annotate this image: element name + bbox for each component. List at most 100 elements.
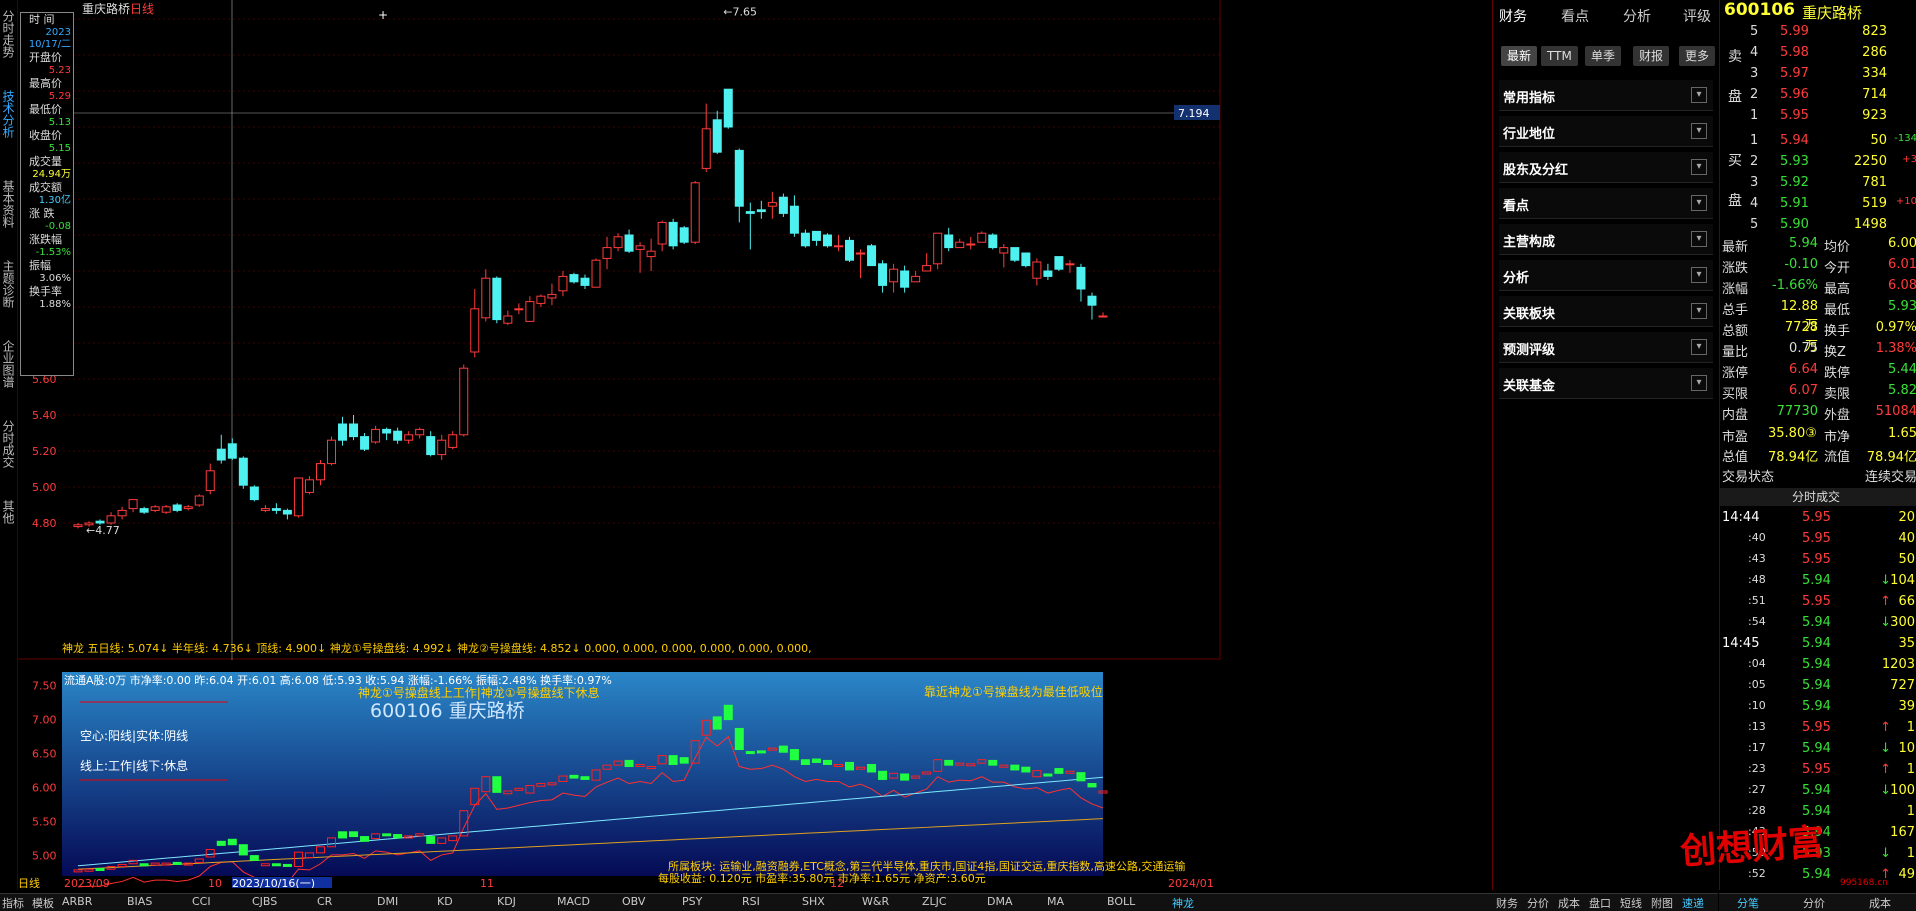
tick-arrow: ↓	[1880, 741, 1891, 756]
fin-tab-1[interactable]: 看点	[1561, 6, 1589, 26]
tick-arrow: ↑	[1880, 720, 1891, 735]
fin-tab-2[interactable]: 分析	[1623, 6, 1651, 26]
fin-bottom-tab[interactable]: 盘口	[1589, 895, 1611, 911]
indicator-tab-神龙[interactable]: 神龙	[1172, 895, 1194, 911]
fin-section[interactable]: 行业地位 ▾	[1499, 116, 1713, 147]
indicator-tab-MA[interactable]: MA	[1047, 895, 1064, 908]
stat-label: 涨跌	[1722, 261, 1749, 276]
fin-section[interactable]: 看点 ▾	[1499, 188, 1713, 219]
fin-bottom-tab[interactable]: 成本	[1558, 895, 1580, 911]
indicator-tab-CR[interactable]: CR	[317, 895, 332, 908]
tick-row: :23 5.95 ↑ 1	[1720, 762, 1916, 782]
buy-level: 3 5.92 781	[1720, 175, 1916, 195]
fin-section[interactable]: 股东及分红 ▾	[1499, 152, 1713, 183]
tick-volume: 10	[1898, 741, 1915, 756]
indicator-tab-CCI[interactable]: CCI	[192, 895, 211, 908]
indicator-tab-指标[interactable]: 指标	[2, 895, 24, 911]
candle-body	[183, 506, 193, 510]
left-tab-0[interactable]: 分时走势	[0, 10, 16, 58]
indicator-tab-OBV[interactable]: OBV	[622, 895, 645, 908]
finance-bottom-tabs: 财务 分价 成本 盘口 短线 附图 速递	[1492, 893, 1718, 911]
fin-section[interactable]: 关联板块 ▾	[1499, 296, 1713, 327]
fin-section[interactable]: 主营构成 ▾	[1499, 224, 1713, 255]
candle-body	[734, 149, 744, 207]
level-price: 5.94	[1780, 133, 1809, 148]
fin-pill-1[interactable]: TTM	[1541, 46, 1578, 66]
left-tab-4[interactable]: 企业图谱	[0, 340, 16, 388]
chart-title: 重庆路桥日线	[82, 0, 154, 17]
indicator-tab-MACD[interactable]: MACD	[557, 895, 590, 908]
indicator-tab-CJBS[interactable]: CJBS	[252, 895, 277, 908]
indicator-tab-KD[interactable]: KD	[437, 895, 453, 908]
fin-tab-0[interactable]: 财务	[1499, 6, 1527, 26]
indicator-tab-模板[interactable]: 模板	[32, 895, 54, 911]
sub-candle	[944, 759, 954, 766]
fin-pill-2[interactable]: 单季	[1585, 46, 1622, 66]
indicator-tab-ZLJC[interactable]: ZLJC	[922, 895, 947, 908]
indicator-tab-DMI[interactable]: DMI	[377, 895, 398, 908]
indicator-tab-BIAS[interactable]: BIAS	[127, 895, 152, 908]
fin-bottom-tab[interactable]: 附图	[1651, 895, 1673, 911]
left-tab-2[interactable]: 基本资料	[0, 180, 16, 228]
left-tab-1[interactable]: 技术分析	[0, 90, 16, 138]
fin-pill-3[interactable]: 财报	[1633, 46, 1670, 66]
candle-body	[415, 428, 425, 436]
level-no: 1	[1750, 133, 1759, 148]
candle-body	[426, 436, 436, 456]
indicator-tab-DMA[interactable]: DMA	[987, 895, 1013, 908]
fin-bottom-tab[interactable]: 速递	[1682, 895, 1704, 911]
candle-body	[999, 247, 1009, 254]
indicator-tab-W&R[interactable]: W&R	[862, 895, 889, 908]
indicator-tab-RSI[interactable]: RSI	[742, 895, 760, 908]
fin-bottom-tab[interactable]: 分价	[1527, 895, 1549, 911]
quote-bottom-tab[interactable]: 分价	[1803, 895, 1825, 911]
chevron-down-icon: ▾	[1691, 339, 1707, 355]
fin-bottom-tab[interactable]: 短线	[1620, 895, 1642, 911]
stat-label: 量比	[1722, 345, 1749, 360]
fin-section[interactable]: 分析 ▾	[1499, 260, 1713, 291]
stat-value: 5.44	[1888, 362, 1916, 377]
sub-candle	[734, 727, 744, 751]
fin-tab-3[interactable]: 评级	[1683, 6, 1711, 26]
sub-candle	[988, 759, 998, 766]
indicator-tab-KDJ[interactable]: KDJ	[497, 895, 516, 908]
indicator-tab-SHX[interactable]: SHX	[802, 895, 825, 908]
left-tab-5[interactable]: 分时成交	[0, 420, 16, 468]
indicator-tab-PSY[interactable]: PSY	[682, 895, 702, 908]
chevron-down-icon: ▾	[1691, 375, 1707, 391]
fin-pill-0[interactable]: 最新	[1501, 46, 1538, 66]
chevron-down-icon: ▾	[1691, 87, 1707, 103]
fin-bottom-tab[interactable]: 财务	[1496, 895, 1518, 911]
fin-section[interactable]: 关联基金 ▾	[1499, 368, 1713, 399]
tick-time: :40	[1748, 531, 1766, 544]
fin-section-label: 关联板块	[1503, 307, 1556, 322]
main-candlestick-chart[interactable]: 5.805.605.405.205.004.807.194+←7.65←4.77…	[18, 0, 1490, 660]
left-tab-6[interactable]: 其他	[0, 500, 16, 524]
concepts: 所属板块: 运输业,融资融券,ETC概念,第三代半导体,重庆市,国证4指,国证交…	[668, 859, 1185, 873]
candle-body	[878, 263, 888, 286]
sub-price-tick: 5.00	[32, 850, 57, 863]
indicator-tab-ARBR[interactable]: ARBR	[62, 895, 92, 908]
sell-label: 卖	[1728, 49, 1742, 65]
stat-label: 最高	[1824, 282, 1851, 297]
sub-candle	[227, 838, 237, 846]
fin-section-label: 预测评级	[1503, 343, 1556, 358]
fin-section[interactable]: 常用指标 ▾	[1499, 80, 1713, 111]
sub-candle	[580, 776, 590, 780]
candle-body	[525, 301, 535, 322]
quote-bottom-tab[interactable]: 成本	[1869, 895, 1891, 911]
fin-section[interactable]: 预测评级 ▾	[1499, 332, 1713, 363]
indicator-tab-BOLL[interactable]: BOLL	[1107, 895, 1135, 908]
sub-candle	[745, 751, 755, 755]
quote-bottom-tab[interactable]: 分笔	[1737, 895, 1759, 911]
shenlong-indicator-chart[interactable]: 7.50 7.00 6.50 6.00 5.50 5.00 流通A股:0万 市净率:0.00…	[18, 660, 1490, 888]
left-tab-3[interactable]: 主题诊断	[0, 260, 16, 308]
fin-pill-4[interactable]: 更多	[1679, 46, 1716, 66]
candle-body	[635, 245, 645, 250]
tick-row: 14:45 5.94 35	[1720, 636, 1916, 656]
chevron-down-icon: ▾	[1691, 195, 1707, 211]
stat-value: 51084	[1875, 404, 1916, 419]
level-no: 2	[1750, 154, 1759, 169]
quote-bottom-tabs: 分笔 分价 成本	[1719, 893, 1916, 911]
sub-candle	[382, 833, 392, 837]
